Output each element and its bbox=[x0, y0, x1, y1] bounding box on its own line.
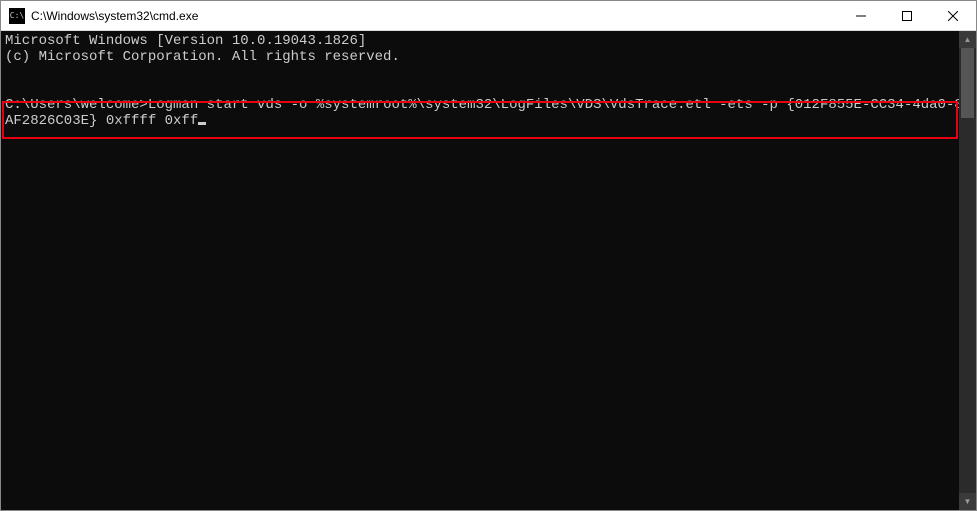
close-icon bbox=[948, 11, 958, 21]
close-button[interactable] bbox=[930, 1, 976, 30]
terminal[interactable]: Microsoft Windows [Version 10.0.19043.18… bbox=[1, 31, 959, 510]
minimize-button[interactable] bbox=[838, 1, 884, 30]
scroll-down-button[interactable]: ▼ bbox=[959, 493, 976, 510]
banner-line-2: (c) Microsoft Corporation. All rights re… bbox=[5, 49, 400, 65]
vertical-scrollbar[interactable]: ▲ ▼ bbox=[959, 31, 976, 510]
maximize-icon bbox=[902, 11, 912, 21]
maximize-button[interactable] bbox=[884, 1, 930, 30]
window-title: C:\Windows\system32\cmd.exe bbox=[31, 9, 838, 23]
scroll-up-button[interactable]: ▲ bbox=[959, 31, 976, 48]
scroll-thumb[interactable] bbox=[961, 48, 974, 118]
command-text-line1: Logman start vds -o %systemroot%\system3… bbox=[148, 97, 959, 113]
titlebar[interactable]: C:\ C:\Windows\system32\cmd.exe bbox=[1, 1, 976, 31]
window-controls bbox=[838, 1, 976, 30]
prompt: C:\Users\welcome> bbox=[5, 97, 148, 113]
text-cursor bbox=[198, 122, 206, 125]
cmd-window: C:\ C:\Windows\system32\cmd.exe Microsof… bbox=[0, 0, 977, 511]
command-text-line2: AF2826C03E} 0xffff 0xff bbox=[5, 113, 198, 129]
terminal-area: Microsoft Windows [Version 10.0.19043.18… bbox=[1, 31, 976, 510]
banner-line-1: Microsoft Windows [Version 10.0.19043.18… bbox=[5, 33, 366, 49]
minimize-icon bbox=[856, 11, 866, 21]
cmd-icon: C:\ bbox=[9, 8, 25, 24]
scroll-track[interactable] bbox=[959, 48, 976, 493]
